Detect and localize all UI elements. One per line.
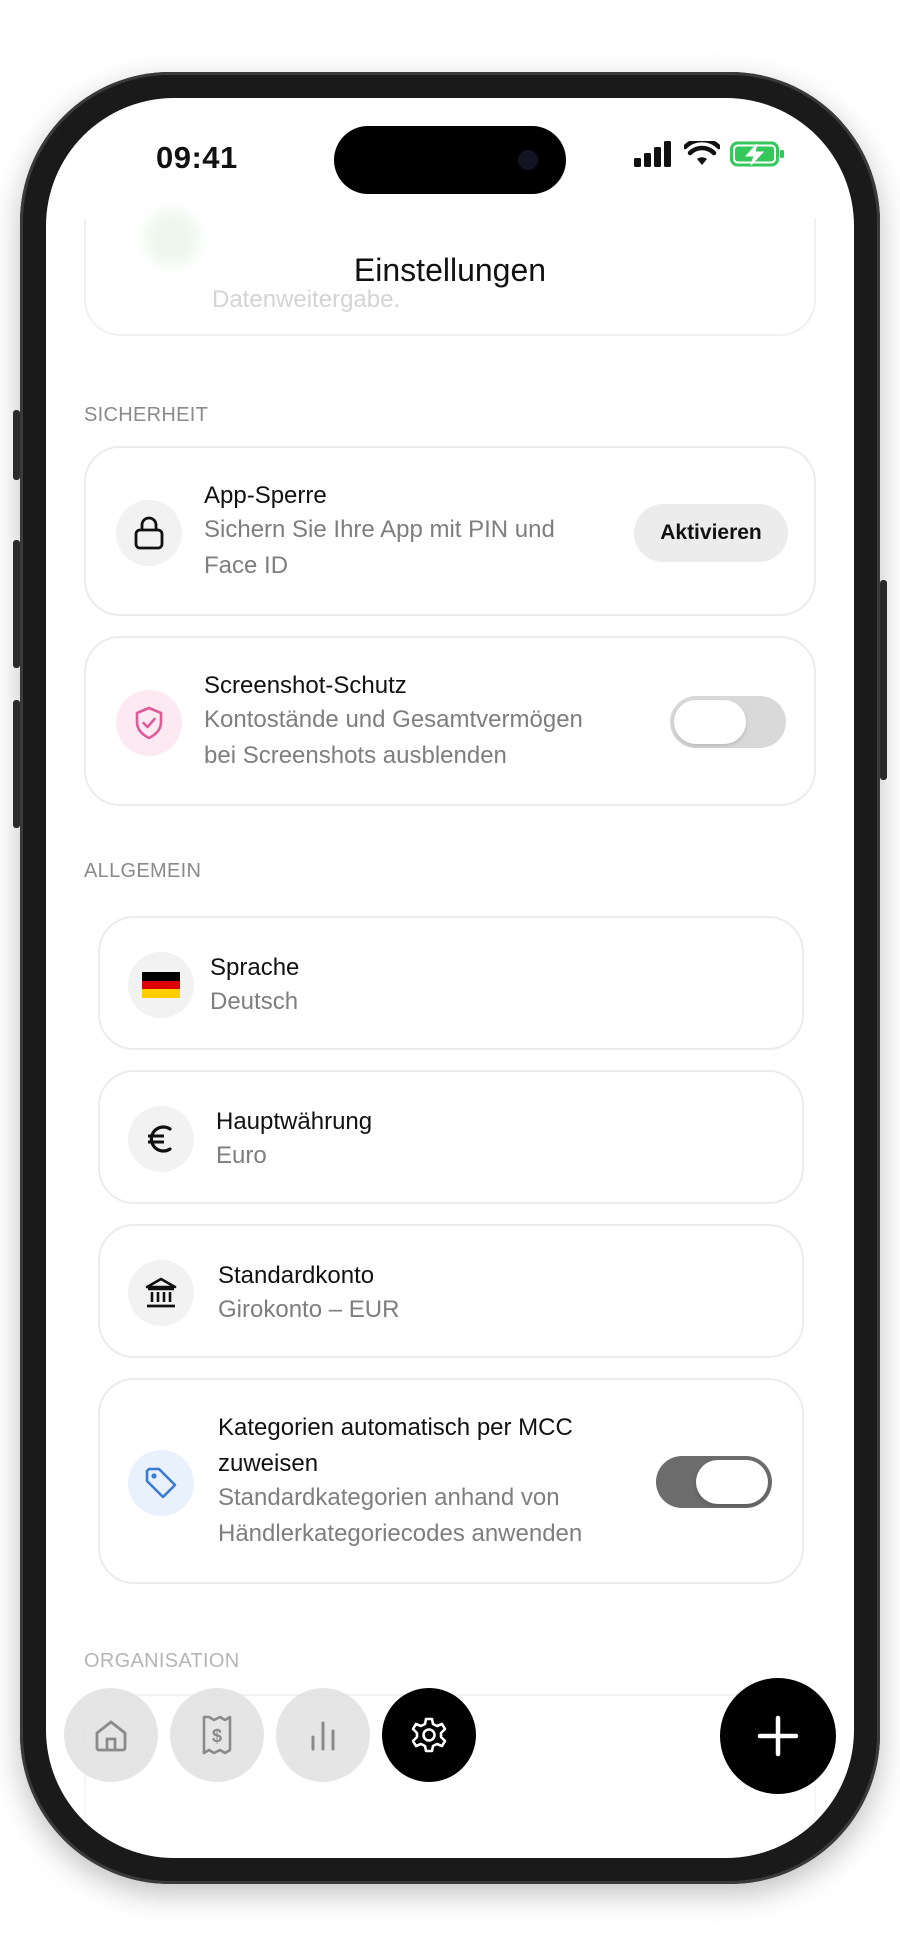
status-icons [634,140,786,168]
activate-app-lock-button[interactable]: Aktivieren [634,504,788,562]
volume-up-button [13,540,20,668]
section-label-security: SICHERHEIT [84,404,209,426]
app-lock-title: App-Sperre [204,482,327,509]
shield-check-icon [135,706,163,740]
language-row[interactable]: Sprache Deutsch [98,916,804,1050]
euro-icon [148,1125,172,1153]
currency-title: Hauptwährung [216,1108,373,1135]
lock-icon [134,516,164,550]
signal-icon [634,141,671,167]
tab-receipts[interactable]: $ [170,1688,264,1782]
mcc-subtitle-line2: Händlerkategoriecodes anwenden [218,1520,583,1547]
currency-value: Euro [216,1142,267,1169]
screenshot-protection-card: Screenshot-Schutz Kontostände und Gesamt… [84,636,816,806]
mcc-title-line1: Kategorien automatisch per MCC [218,1414,573,1441]
tab-settings[interactable] [382,1688,476,1782]
home-icon [95,1720,127,1752]
front-camera [518,150,538,170]
section-label-organisation: ORGANISATION [84,1650,240,1672]
wifi-icon [684,141,720,165]
tab-home[interactable] [64,1688,158,1782]
mcc-subtitle-line1: Standardkategorien anhand von [218,1484,560,1511]
gear-icon [411,1717,447,1753]
toggle-knob [696,1460,768,1504]
add-button[interactable] [720,1678,836,1794]
screenshot-protection-icon-wrap [116,690,182,756]
screenshot-protection-subtitle-line1: Kontostände und Gesamtvermögen [204,706,583,733]
faded-card-text: Datenweitergabe. [212,286,401,313]
power-button [880,580,887,780]
default-account-row[interactable]: Standardkonto Girokonto – EUR [98,1224,804,1358]
app-lock-subtitle-line2: Face ID [204,552,289,579]
mcc-icon-wrap [128,1450,194,1516]
receipt-icon: $ [202,1715,232,1755]
screen: Datenweitergabe. 09:41 Einstellungen SIC… [46,98,854,1858]
plus-icon [757,1715,799,1757]
mcc-auto-category-card: Kategorien automatisch per MCC zuweisen … [98,1378,804,1584]
battery-charging-icon [730,141,784,167]
app-lock-subtitle-line1: Sichern Sie Ihre App mit PIN und [204,516,555,543]
app-lock-card[interactable]: App-Sperre Sichern Sie Ihre App mit PIN … [84,446,816,616]
svg-text:$: $ [212,1726,222,1746]
currency-row[interactable]: Hauptwährung Euro [98,1070,804,1204]
language-icon-wrap [128,952,194,1018]
screenshot-protection-toggle[interactable] [670,696,786,748]
toggle-knob [674,700,746,744]
bank-icon [145,1277,177,1308]
german-flag-icon [142,972,180,998]
dynamic-island [334,126,566,194]
section-label-general: ALLGEMEIN [84,860,202,882]
tag-icon [145,1467,177,1499]
mute-switch [13,410,20,480]
currency-icon-wrap [128,1106,194,1172]
page-title: Einstellungen [353,252,547,288]
language-title: Sprache [210,954,300,981]
mcc-title-line2: zuweisen [218,1450,319,1477]
mcc-toggle[interactable] [656,1456,772,1508]
screenshot-protection-title: Screenshot-Schutz [204,672,407,699]
screenshot-protection-subtitle-line2: bei Screenshots ausblenden [204,742,507,769]
bar-chart-icon [311,1721,335,1751]
default-account-title: Standardkonto [218,1262,375,1289]
default-account-icon-wrap [128,1260,194,1326]
volume-down-button [13,700,20,828]
default-account-value: Girokonto – EUR [218,1296,400,1323]
app-lock-icon-wrap [116,500,182,566]
tab-statistics[interactable] [276,1688,370,1782]
language-value: Deutsch [210,988,299,1015]
status-time: 09:41 [156,140,238,175]
